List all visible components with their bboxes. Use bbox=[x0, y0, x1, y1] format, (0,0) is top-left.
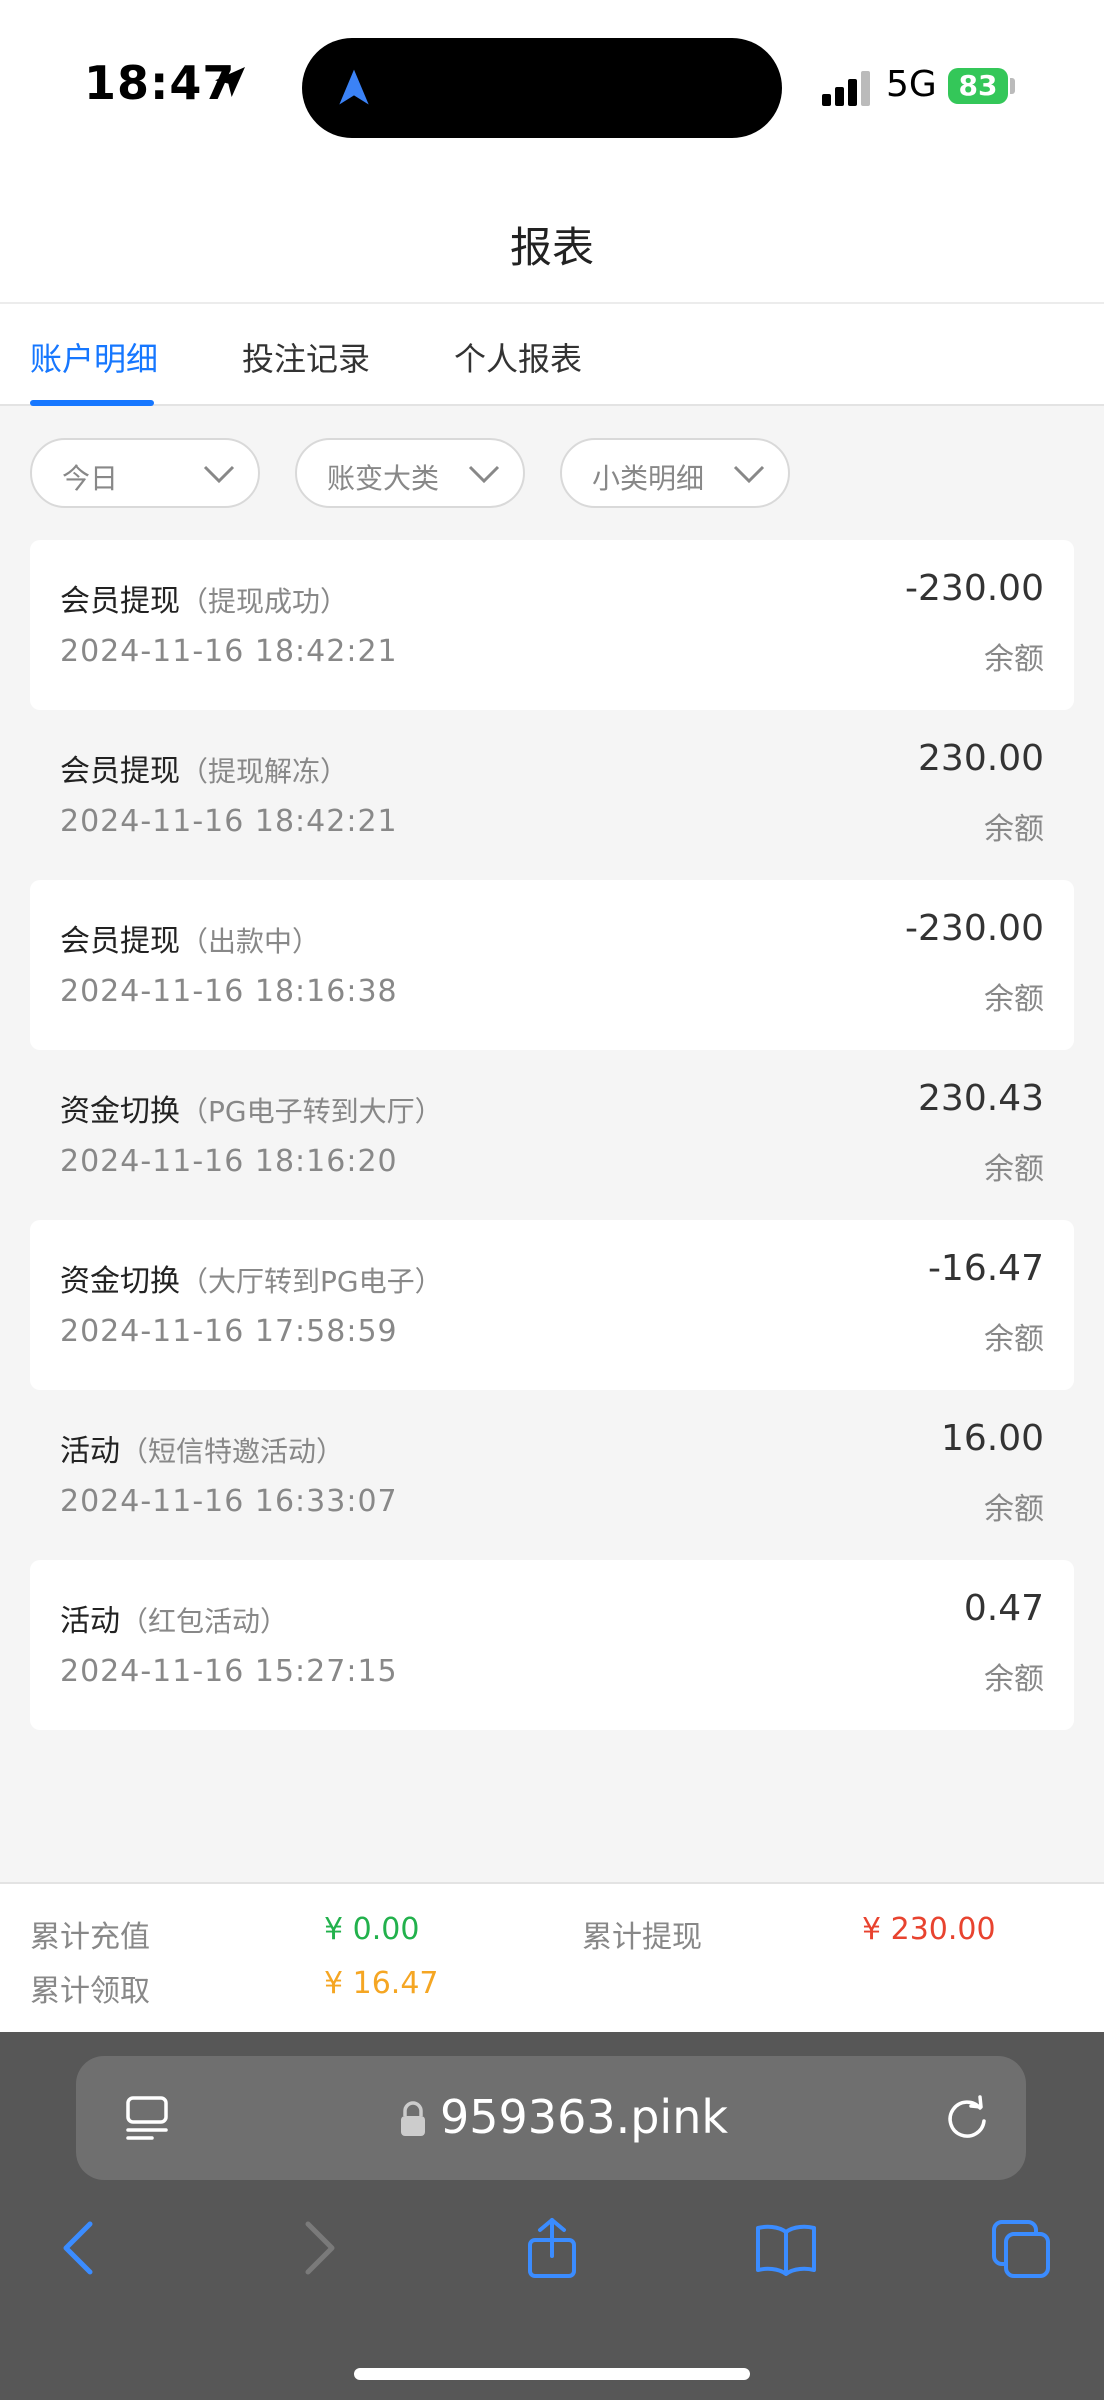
summary-panel: 累计充值 ¥ 0.00 累计提现 ¥ 230.00 累计领取 ¥ 16.47 bbox=[0, 1882, 1104, 2034]
record-type-label: 活动 bbox=[60, 1604, 120, 1639]
record-time: 2024-11-16 18:42:21 bbox=[60, 634, 398, 669]
share-icon[interactable] bbox=[520, 2216, 584, 2280]
list-item[interactable]: 活动（红包活动） 2024-11-16 15:27:15 0.47 余额 bbox=[30, 1560, 1074, 1730]
tab-bet-records[interactable]: 投注记录 bbox=[242, 334, 370, 380]
record-type-label: 资金切换 bbox=[60, 1094, 180, 1129]
record-type: 会员提现（提现解冻） bbox=[60, 746, 348, 790]
withdraw-label: 累计提现 bbox=[582, 1920, 702, 1955]
list-item[interactable]: 资金切换（大厅转到PG电子） 2024-11-16 17:58:59 -16.4… bbox=[30, 1220, 1074, 1390]
list-item[interactable]: 会员提现（出款中） 2024-11-16 18:16:38 -230.00 余额 bbox=[30, 880, 1074, 1050]
record-type-label: 资金切换 bbox=[60, 1264, 180, 1299]
filter-date-dropdown[interactable]: 今日 bbox=[30, 438, 260, 508]
chevron-down-icon bbox=[203, 465, 235, 484]
record-subtype: （提现成功） bbox=[180, 585, 349, 618]
record-type: 资金切换（PG电子转到大厅） bbox=[60, 1086, 443, 1130]
record-time: 2024-11-16 18:16:20 bbox=[60, 1144, 398, 1179]
record-type: 会员提现（出款中） bbox=[60, 916, 320, 960]
record-amount: 16.00 bbox=[940, 1418, 1044, 1459]
back-icon[interactable] bbox=[48, 2216, 112, 2280]
record-balance-label: 余额 bbox=[984, 642, 1044, 677]
page-menu-icon[interactable] bbox=[122, 2092, 172, 2144]
record-amount: -230.00 bbox=[905, 568, 1044, 609]
record-balance-label: 余额 bbox=[984, 1662, 1044, 1697]
filter-label: 小类明细 bbox=[592, 462, 705, 495]
battery-icon: 83 bbox=[948, 68, 1008, 104]
chevron-down-icon bbox=[733, 465, 765, 484]
filter-label: 账变大类 bbox=[327, 462, 440, 495]
record-subtype: （PG电子转到大厅） bbox=[180, 1095, 443, 1128]
list-item[interactable]: 资金切换（PG电子转到大厅） 2024-11-16 18:16:20 230.4… bbox=[30, 1050, 1074, 1220]
record-subtype: （短信特邀活动） bbox=[120, 1435, 345, 1468]
record-amount: 230.00 bbox=[918, 738, 1044, 779]
filter-label: 今日 bbox=[62, 462, 119, 495]
url-text: 959363.pink bbox=[440, 2090, 728, 2144]
signal-icon bbox=[822, 70, 872, 106]
record-type-label: 会员提现 bbox=[60, 924, 180, 959]
tab-account-details[interactable]: 账户明细 bbox=[30, 334, 158, 380]
record-balance-label: 余额 bbox=[984, 1492, 1044, 1527]
filter-subcategory-dropdown[interactable]: 小类明细 bbox=[560, 438, 790, 508]
record-subtype: （提现解冻） bbox=[180, 755, 349, 788]
navigation-arrow-icon bbox=[339, 69, 369, 105]
record-type-label: 会员提现 bbox=[60, 754, 180, 789]
battery-nub bbox=[1010, 78, 1015, 94]
tabs-icon[interactable] bbox=[990, 2216, 1054, 2280]
record-time: 2024-11-16 18:42:21 bbox=[60, 804, 398, 839]
lock-icon bbox=[401, 2101, 425, 2136]
record-type: 活动（红包活动） bbox=[60, 1596, 288, 1640]
dynamic-island bbox=[302, 38, 782, 138]
record-type-label: 活动 bbox=[60, 1434, 120, 1469]
list-item[interactable]: 会员提现（提现成功） 2024-11-16 18:42:21 -230.00 余… bbox=[30, 540, 1074, 710]
record-time: 2024-11-16 15:27:15 bbox=[60, 1654, 398, 1689]
page-header: 报表 bbox=[0, 170, 1104, 304]
home-indicator bbox=[354, 2368, 750, 2380]
tab-bar: 账户明细 投注记录 个人报表 bbox=[0, 304, 1104, 406]
record-time: 2024-11-16 18:16:38 bbox=[60, 974, 398, 1009]
claim-value: ¥ 16.47 bbox=[324, 1966, 439, 2001]
record-subtype: （红包活动） bbox=[120, 1605, 289, 1638]
bookmarks-icon[interactable] bbox=[754, 2216, 818, 2280]
reload-icon[interactable] bbox=[942, 2094, 992, 2144]
record-subtype: （大厅转到PG电子） bbox=[180, 1265, 443, 1298]
record-type: 资金切换（大厅转到PG电子） bbox=[60, 1256, 443, 1300]
record-amount: 230.43 bbox=[918, 1078, 1044, 1119]
browser-toolbar: 959363.pink bbox=[0, 2032, 1104, 2400]
network-type: 5G bbox=[886, 64, 937, 105]
recharge-value: ¥ 0.00 bbox=[324, 1912, 420, 1947]
record-balance-label: 余额 bbox=[984, 1322, 1044, 1357]
status-bar: 18:47 5G 83 bbox=[0, 0, 1104, 170]
chevron-down-icon bbox=[468, 465, 500, 484]
active-tab-indicator bbox=[30, 400, 154, 406]
tab-personal-report[interactable]: 个人报表 bbox=[454, 334, 582, 380]
record-time: 2024-11-16 17:58:59 bbox=[60, 1314, 398, 1349]
recharge-label: 累计充值 bbox=[30, 1920, 150, 1955]
record-type-label: 会员提现 bbox=[60, 584, 180, 619]
record-time: 2024-11-16 16:33:07 bbox=[60, 1484, 398, 1519]
filter-category-dropdown[interactable]: 账变大类 bbox=[295, 438, 525, 508]
record-amount: -230.00 bbox=[905, 908, 1044, 949]
record-type: 活动（短信特邀活动） bbox=[60, 1426, 344, 1470]
record-balance-label: 余额 bbox=[984, 1152, 1044, 1187]
withdraw-value: ¥ 230.00 bbox=[862, 1912, 996, 1947]
address-bar[interactable]: 959363.pink bbox=[76, 2056, 1026, 2180]
claim-label: 累计领取 bbox=[30, 1974, 150, 2009]
location-arrow-icon bbox=[215, 67, 245, 97]
record-balance-label: 余额 bbox=[984, 982, 1044, 1017]
record-balance-label: 余额 bbox=[984, 812, 1044, 847]
record-amount: -16.47 bbox=[927, 1248, 1044, 1289]
record-subtype: （出款中） bbox=[180, 925, 321, 958]
record-amount: 0.47 bbox=[963, 1588, 1044, 1629]
list-item[interactable]: 会员提现（提现解冻） 2024-11-16 18:42:21 230.00 余额 bbox=[30, 710, 1074, 880]
record-type: 会员提现（提现成功） bbox=[60, 576, 348, 620]
forward-icon[interactable] bbox=[286, 2216, 350, 2280]
list-item[interactable]: 活动（短信特邀活动） 2024-11-16 16:33:07 16.00 余额 bbox=[30, 1390, 1074, 1560]
page-title: 报表 bbox=[509, 223, 594, 272]
